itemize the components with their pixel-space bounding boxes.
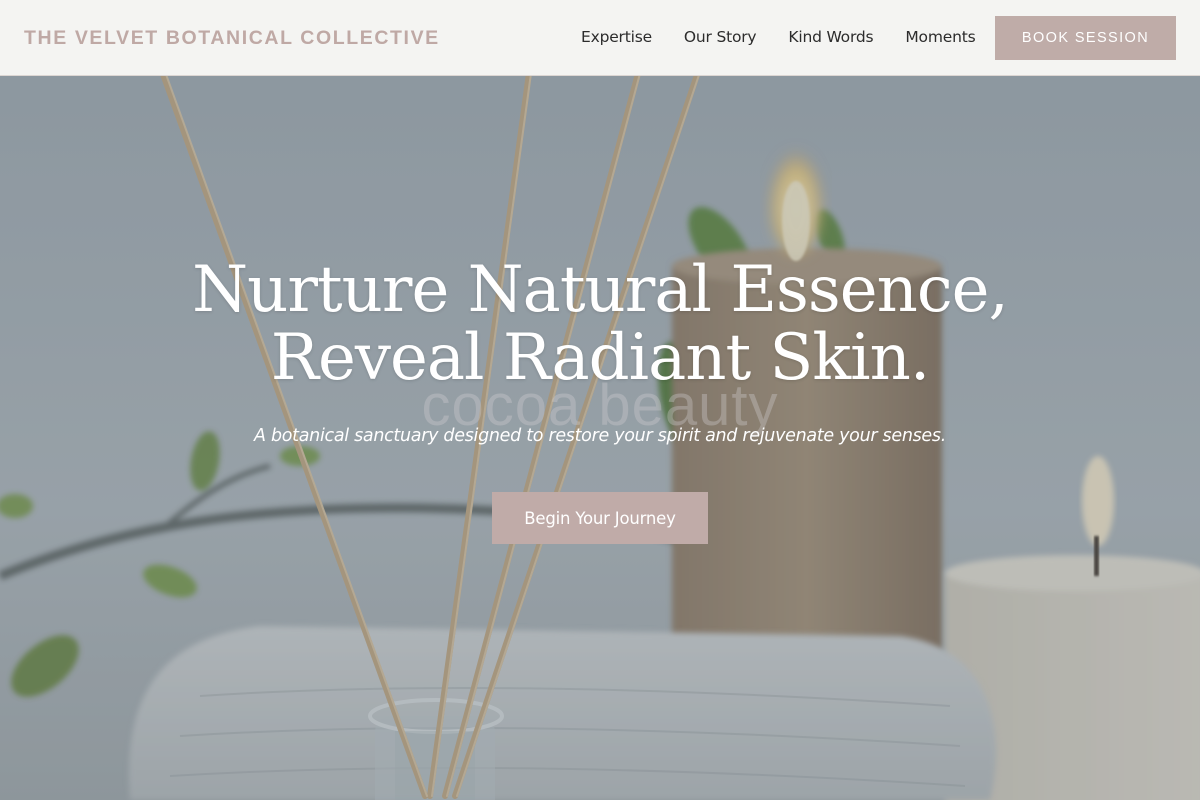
hero-section: cocoa beauty Nurture Natural Essence, Re… [0,76,1200,800]
main-nav: Expertise Our Story Kind Words Moments [581,28,976,46]
brand-logo-text[interactable]: THE VELVET BOTANICAL COLLECTIVE [24,27,440,50]
nav-link-our-story[interactable]: Our Story [684,28,757,46]
nav-link-moments[interactable]: Moments [905,28,975,46]
hero-headline: Nurture Natural Essence, Reveal Radiant … [0,256,1200,392]
nav-link-expertise[interactable]: Expertise [581,28,652,46]
begin-journey-button[interactable]: Begin Your Journey [492,492,708,544]
book-session-button[interactable]: BOOK SESSION [995,16,1176,60]
hero-headline-line-1: Nurture Natural Essence, [192,253,1009,327]
site-header: THE VELVET BOTANICAL COLLECTIVE Expertis… [0,0,1200,76]
hero-headline-line-2: Reveal Radiant Skin. [270,321,930,395]
page: THE VELVET BOTANICAL COLLECTIVE Expertis… [0,0,1200,800]
nav-link-kind-words[interactable]: Kind Words [788,28,873,46]
hero-subheadline: A botanical sanctuary designed to restor… [254,426,946,446]
